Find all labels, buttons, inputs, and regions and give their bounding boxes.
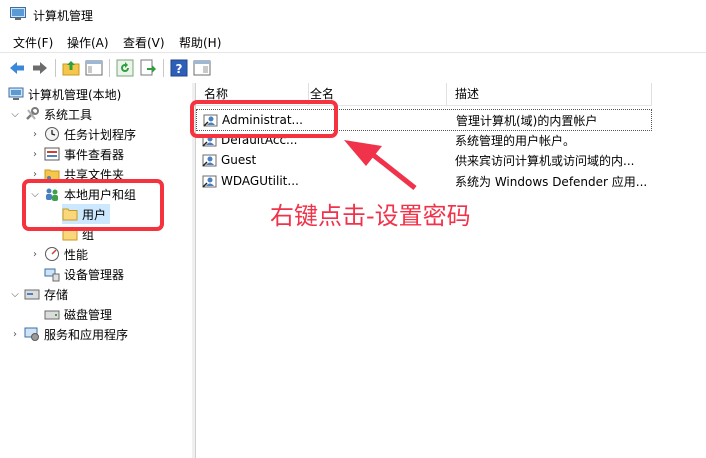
toolbar-separator <box>55 59 56 77</box>
up-folder-icon[interactable] <box>62 59 80 77</box>
export-list-icon[interactable] <box>139 59 157 77</box>
user-icon <box>202 154 217 167</box>
toolbar: ? <box>0 52 706 84</box>
svg-text:?: ? <box>176 62 183 76</box>
tools-icon <box>26 107 39 120</box>
tree-item-label: 服务和应用程序 <box>44 327 129 342</box>
computer-management-icon <box>8 87 24 100</box>
device-manager-icon <box>44 268 60 282</box>
title-bar: 计算机管理 <box>0 0 706 30</box>
chevron-right-icon[interactable]: › <box>30 129 40 140</box>
tree-item-services-apps[interactable]: › 服务和应用程序 <box>10 324 128 344</box>
toolbar-separator <box>109 59 110 77</box>
table-row[interactable]: Guest 供来宾访问计算机或访问域的内... <box>196 150 650 170</box>
disk-icon <box>44 310 60 320</box>
tree-item-task-scheduler[interactable]: › 任务计划程序 <box>30 124 136 144</box>
column-header-description[interactable]: 描述 <box>455 83 652 105</box>
annotation-text: 右键点击-设置密码 <box>270 202 471 230</box>
menu-bar: 文件(F) 操作(A) 查看(V) 帮助(H) <box>0 30 706 52</box>
user-name: Guest <box>221 153 257 167</box>
tree-item-performance[interactable]: › 性能 <box>30 244 88 264</box>
forward-arrow-icon[interactable] <box>31 59 49 77</box>
user-name: WDAGUtilit... <box>221 174 299 188</box>
tree-item-label: 存储 <box>44 287 69 302</box>
menu-view[interactable]: 查看(V) <box>123 34 165 51</box>
tree-pane: 计算机管理(本地) ⌵ 系统工具 › 任务计划程序 › 事件查看器 › 共享文件… <box>0 83 193 458</box>
chevron-right-icon[interactable]: › <box>10 329 20 340</box>
console-view-icon[interactable] <box>193 59 211 77</box>
chevron-right-icon[interactable]: › <box>30 249 40 260</box>
menu-help[interactable]: 帮助(H) <box>179 34 221 51</box>
tree-item-label: 性能 <box>64 247 89 262</box>
computer-management-icon <box>10 7 26 20</box>
tree-item-label: 磁盘管理 <box>64 307 113 322</box>
chevron-down-icon[interactable]: ⌵ <box>10 109 20 120</box>
tree-item-label: 计算机管理(本地) <box>28 87 122 102</box>
chevron-right-icon[interactable]: › <box>30 149 40 160</box>
show-tree-icon[interactable] <box>85 59 103 77</box>
highlight-box-administrator <box>190 100 338 138</box>
event-viewer-icon <box>44 147 60 161</box>
chevron-right-icon[interactable]: › <box>30 169 40 180</box>
refresh-icon[interactable] <box>116 59 134 77</box>
tree-item-root[interactable]: 计算机管理(本地) <box>8 84 121 104</box>
tree-item-event-viewer[interactable]: › 事件查看器 <box>30 144 124 164</box>
highlight-box-users <box>22 179 164 231</box>
toolbar-separator <box>163 59 164 77</box>
chevron-down-icon[interactable]: ⌵ <box>10 289 20 300</box>
user-description: 系统管理的用户帐户。 <box>455 133 576 148</box>
table-row[interactable]: WDAGUtilit... 系统为 Windows Defender 应用... <box>196 171 650 191</box>
services-icon <box>24 327 39 341</box>
user-description: 供来宾访问计算机或访问域的内... <box>455 153 635 168</box>
user-icon <box>202 175 217 188</box>
tree-item-disk-management[interactable]: 磁盘管理 <box>44 304 112 324</box>
back-arrow-icon[interactable] <box>8 59 26 77</box>
clock-icon <box>45 127 59 141</box>
storage-icon <box>24 289 40 300</box>
list-pane: 名称 全名 描述 Administrat... 管理计算机(域)的内置帐户 De… <box>196 83 706 458</box>
tree-item-device-manager[interactable]: 设备管理器 <box>44 264 124 284</box>
tree-item-label: 任务计划程序 <box>64 127 137 142</box>
tree-item-label: 系统工具 <box>44 107 93 122</box>
tree-item-system-tools[interactable]: ⌵ 系统工具 <box>10 104 92 124</box>
help-icon[interactable]: ? <box>170 59 188 77</box>
tree-item-label: 事件查看器 <box>64 147 125 162</box>
tree-item-label: 设备管理器 <box>64 267 125 282</box>
window-title: 计算机管理 <box>33 9 94 23</box>
menu-file[interactable]: 文件(F) <box>13 34 53 51</box>
menu-action[interactable]: 操作(A) <box>67 34 109 51</box>
performance-icon <box>45 247 59 261</box>
tree-item-storage[interactable]: ⌵ 存储 <box>10 284 68 304</box>
user-description: 管理计算机(域)的内置帐户 <box>456 113 598 128</box>
user-description: 系统为 Windows Defender 应用... <box>455 174 648 189</box>
